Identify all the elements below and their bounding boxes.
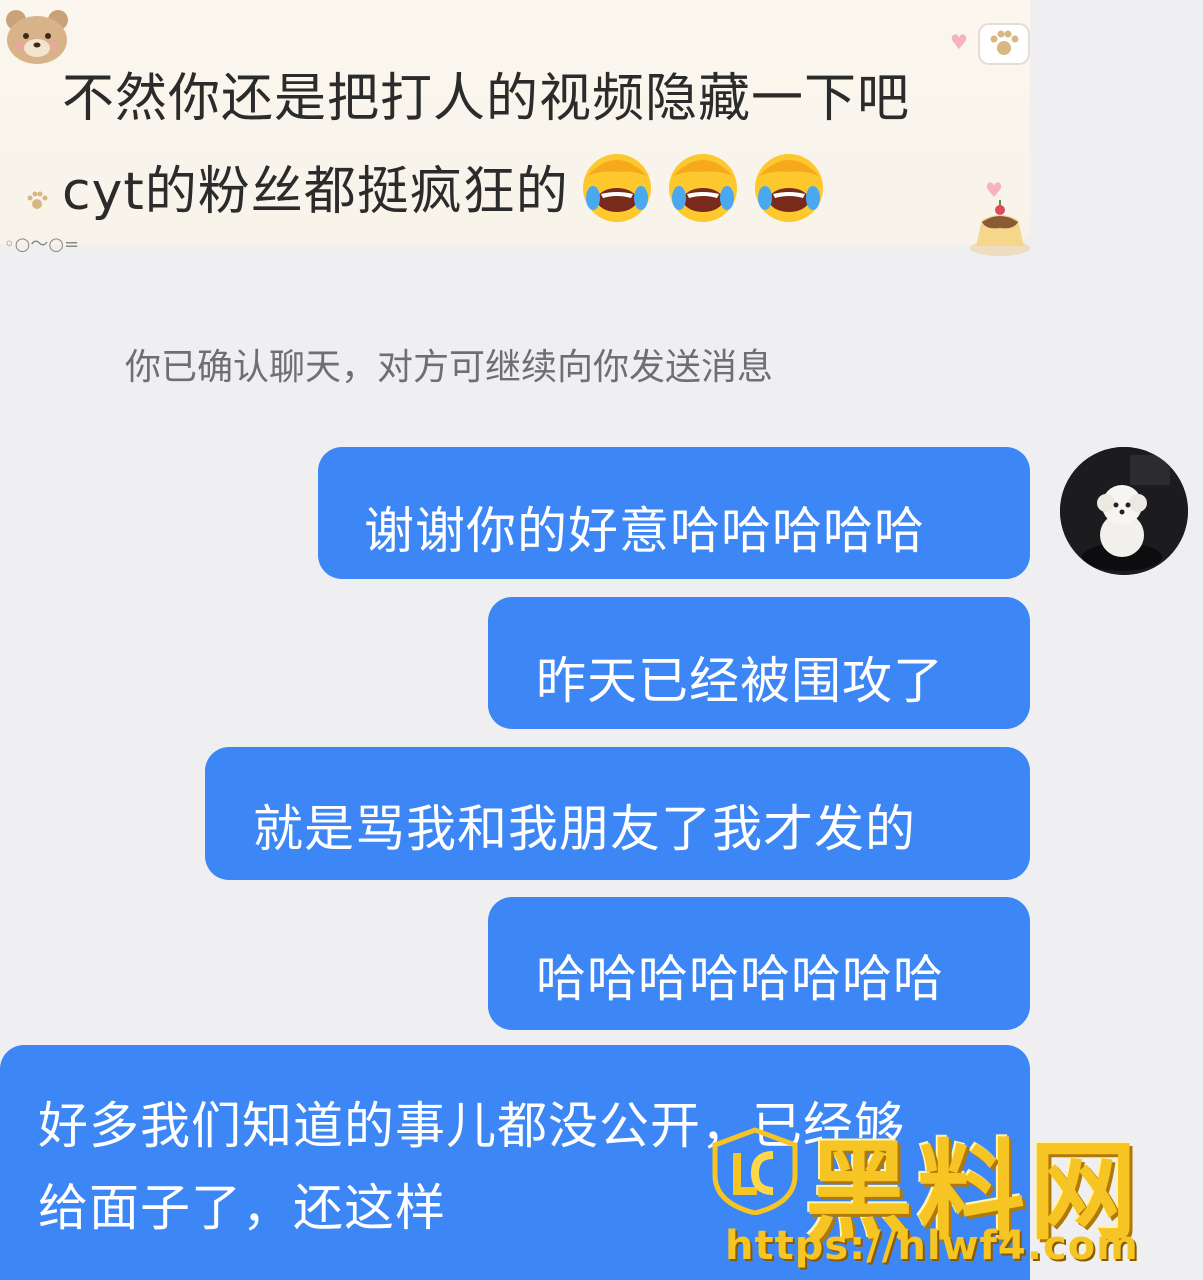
user-avatar[interactable] [1060,447,1188,575]
facepalm-laugh-emoji-icon [668,154,737,222]
incoming-message-bubble[interactable]: ♥ ♥ ◦○～○= 不然你还是把打人的视频隐藏一下吧 cyt的粉丝都挺疯狂的 [0,0,1030,256]
watermark-url: https://hlwf4.com [725,1223,1139,1269]
pudding-cake-icon [970,200,1030,256]
incoming-text: cyt的粉丝都挺疯狂的 [62,161,569,222]
system-note: 你已确认聊天，对方可继续向你发送消息 [125,347,774,388]
paw-icon [27,191,48,209]
watermark-logo-icon [712,1127,798,1215]
paw-card-icon [978,23,1030,65]
decor-dots: ◦○～○= [4,234,80,255]
heart-icon: ♥ [950,30,968,54]
incoming-text-line-1: 不然你还是把打人的视频隐藏一下吧 [62,69,911,129]
outgoing-message-bubble[interactable]: 就是骂我和我朋友了我才发的 [205,747,1030,880]
incoming-text-line-2: cyt的粉丝都挺疯狂的 [62,146,829,226]
outgoing-message-bubble[interactable]: 谢谢你的好意哈哈哈哈哈 [318,447,1030,579]
facepalm-laugh-emoji-icon [754,154,823,222]
outgoing-message-bubble[interactable]: 昨天已经被围攻了 [488,597,1030,729]
facepalm-laugh-emoji-icon [582,154,651,222]
white-dog-avatar-icon [1060,447,1188,575]
outgoing-message-bubble[interactable]: 哈哈哈哈哈哈哈哈 [488,897,1030,1030]
watermark: 黑料网 https://hlwf4.com [705,1105,1145,1280]
emoji-row [577,146,829,226]
